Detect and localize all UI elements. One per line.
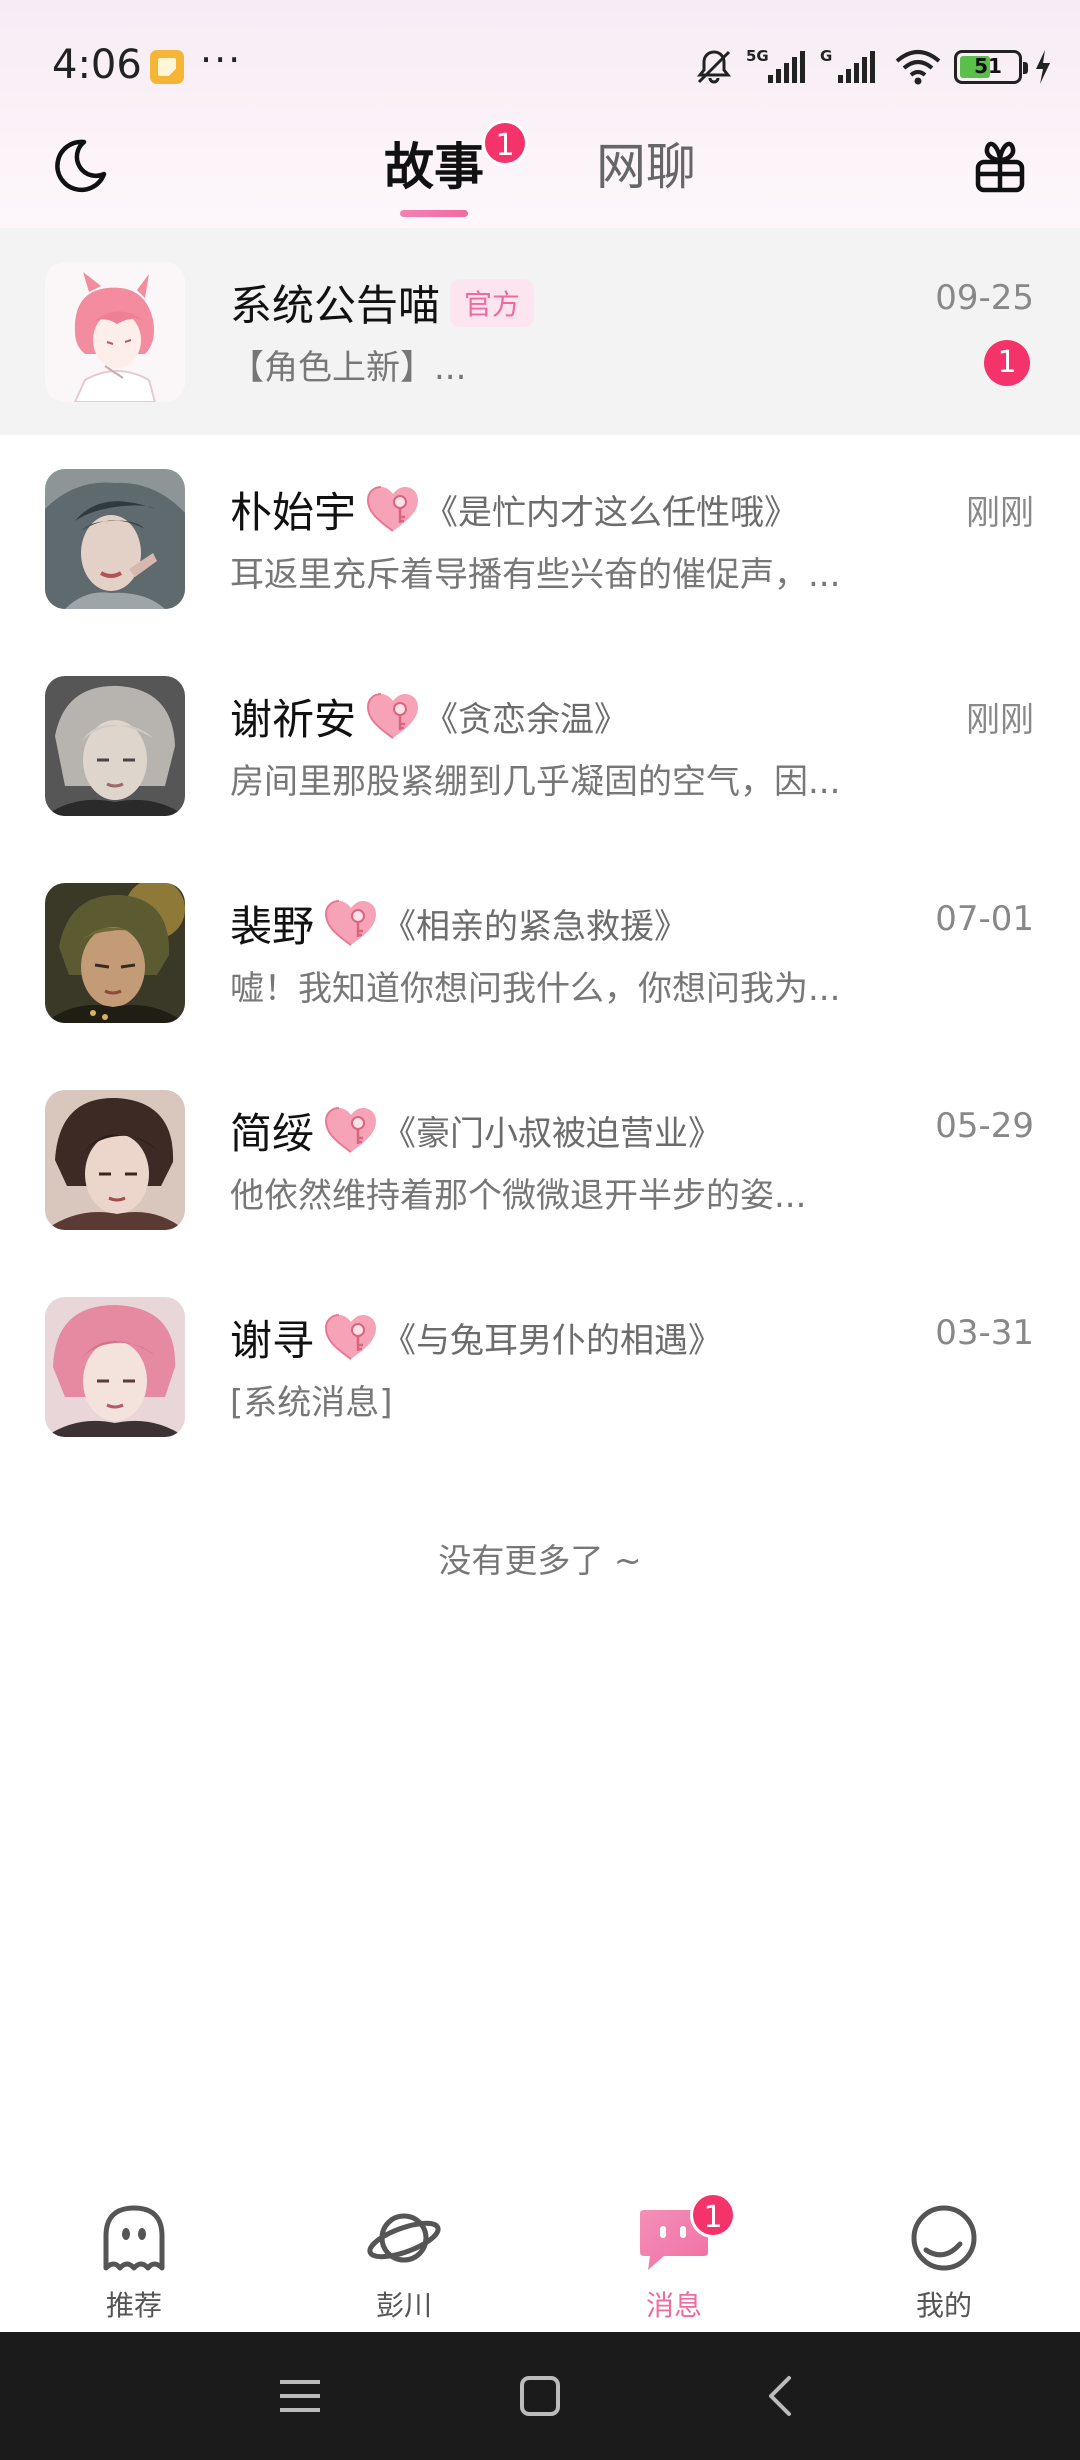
home-icon [520, 2376, 560, 2416]
conversation-title: 简绥 《豪门小叔被迫营业》 [230, 1100, 722, 1161]
conversation-preview: 耳返里充斥着导播有些兴奋的催促声，... [230, 555, 841, 595]
conversation-row[interactable]: 朴始宇 《是忙内才这么任性哦》 耳返里充斥着导播有些兴奋的催促声，... 刚刚 [0, 435, 1080, 642]
more-notifications-icon: ··· [200, 38, 243, 82]
heart-key-icon [367, 485, 419, 532]
conversation-title: 谢寻 《与兔耳男仆的相遇》 [230, 1307, 722, 1368]
conversation-name: 系统公告喵 [230, 281, 441, 330]
nav-recommend[interactable]: 推荐 [34, 2198, 234, 2328]
battery-level: 51 [974, 54, 1002, 78]
conversation-time: 刚刚 [966, 493, 1034, 533]
heart-key-icon [367, 692, 419, 739]
status-icons: 5G G 51 [694, 44, 1052, 90]
conversation-time: 07-01 [935, 899, 1034, 939]
nav-pengchuan[interactable]: 彭川 [304, 2198, 504, 2328]
avatar [45, 883, 185, 1023]
heart-key-icon [325, 899, 377, 946]
svg-text:5G: 5G [746, 47, 769, 65]
story-title: 《是忙内才这么任性哦》 [424, 493, 799, 533]
gift-button[interactable] [964, 130, 1036, 202]
battery-icon: 51 [954, 50, 1028, 84]
story-title: 《相亲的紧急救援》 [382, 907, 689, 947]
night-mode-button[interactable] [44, 130, 116, 202]
conversation-preview: [系统消息] [230, 1383, 393, 1423]
status-time: 4:06 [52, 42, 142, 88]
status-bar: 4:06 ··· 5G G 51 [0, 0, 1080, 130]
moon-icon [55, 139, 107, 193]
tab-chat[interactable]: 网聊 [596, 132, 696, 202]
nav-messages[interactable]: 1 消息 [574, 2192, 774, 2328]
tab-story[interactable]: 故事 [384, 132, 484, 202]
nav-label: 消息 [645, 2289, 702, 2322]
conversation-preview: 他依然维持着那个微微退开半步的姿... [230, 1176, 807, 1216]
story-title: 《贪恋余温》 [424, 700, 629, 740]
conversation-name: 谢祈安 [230, 695, 357, 744]
ghost-icon [103, 2205, 165, 2271]
menu-button[interactable] [270, 2366, 330, 2426]
signal-5g-icon: 5G [746, 47, 805, 83]
conversation-row[interactable]: 简绥 《豪门小叔被迫营业》 他依然维持着那个微微退开半步的姿... 05-29 [0, 1056, 1080, 1263]
signal-g-icon: G [820, 47, 875, 83]
gift-icon [975, 141, 1025, 193]
svg-text:G: G [820, 47, 832, 65]
nav-label: 彭川 [375, 2289, 432, 2322]
avatar [45, 676, 185, 816]
avatar [45, 469, 185, 609]
menu-icon [280, 2380, 320, 2412]
avatar [45, 1090, 185, 1230]
back-icon [769, 2376, 791, 2416]
nav-label: 推荐 [105, 2289, 162, 2322]
conversation-title: 系统公告喵 官方 [230, 272, 535, 333]
bell-muted-icon [696, 50, 732, 84]
heart-key-icon [325, 1313, 377, 1360]
back-button[interactable] [750, 2366, 810, 2426]
tab-story-badge: 1 [482, 120, 528, 166]
conversation-time: 刚刚 [966, 700, 1034, 740]
system-nav-bar [0, 2332, 1080, 2460]
conversation-row[interactable]: 谢祈安 《贪恋余温》 房间里那股紧绷到几乎凝固的空气，因... 刚刚 [0, 642, 1080, 849]
home-button[interactable] [510, 2366, 570, 2426]
conversation-title: 谢祈安 《贪恋余温》 [230, 686, 628, 747]
conversation-preview: 房间里那股紧绷到几乎凝固的空气，因... [230, 762, 841, 802]
charging-icon [1036, 50, 1050, 84]
conversation-title: 裴野 《相亲的紧急救援》 [230, 893, 688, 954]
active-tab-indicator [400, 210, 468, 217]
conversation-time: 03-31 [935, 1313, 1034, 1353]
nav-me[interactable]: 我的 [844, 2198, 1044, 2328]
nav-messages-badge: 1 [690, 2192, 736, 2238]
top-header: 故事 1 网聊 [0, 120, 1080, 230]
wifi-icon [895, 50, 941, 85]
bottom-nav: 推荐 彭川 1 消息 我的 [0, 2180, 1080, 2332]
list-end-text: 没有更多了 ~ [438, 1541, 642, 1580]
conversation-list: 系统公告喵 官方 【角色上新】... 09-25 1 朴始宇 《是忙内才这么任性… [0, 228, 1080, 1470]
conversation-preview: 【角色上新】... [230, 348, 467, 388]
notes-app-icon [150, 50, 184, 84]
official-tag: 官方 [450, 278, 535, 327]
heart-key-icon [325, 1106, 377, 1153]
avatar [45, 1297, 185, 1437]
conversation-row[interactable]: 系统公告喵 官方 【角色上新】... 09-25 1 [0, 228, 1080, 435]
smile-icon [911, 2205, 977, 2271]
conversation-name: 裴野 [230, 902, 315, 951]
planet-icon [367, 2213, 441, 2263]
unread-badge: 1 [984, 340, 1030, 386]
conversation-row[interactable]: 裴野 《相亲的紧急救援》 嘘！我知道你想问我什么，你想问我为... 07-01 [0, 849, 1080, 1056]
conversation-name: 简绥 [230, 1109, 315, 1158]
conversation-name: 朴始宇 [230, 488, 357, 537]
conversation-preview: 嘘！我知道你想问我什么，你想问我为... [230, 969, 841, 1009]
conversation-time: 09-25 [935, 278, 1034, 318]
conversation-name: 谢寻 [230, 1316, 315, 1365]
avatar [45, 262, 185, 402]
conversation-title: 朴始宇 《是忙内才这么任性哦》 [230, 479, 798, 540]
story-title: 《豪门小叔被迫营业》 [382, 1114, 723, 1154]
conversation-time: 05-29 [935, 1106, 1034, 1146]
nav-label: 我的 [915, 2289, 972, 2322]
conversation-row[interactable]: 谢寻 《与兔耳男仆的相遇》 [系统消息] 03-31 [0, 1263, 1080, 1470]
story-title: 《与兔耳男仆的相遇》 [382, 1321, 723, 1361]
